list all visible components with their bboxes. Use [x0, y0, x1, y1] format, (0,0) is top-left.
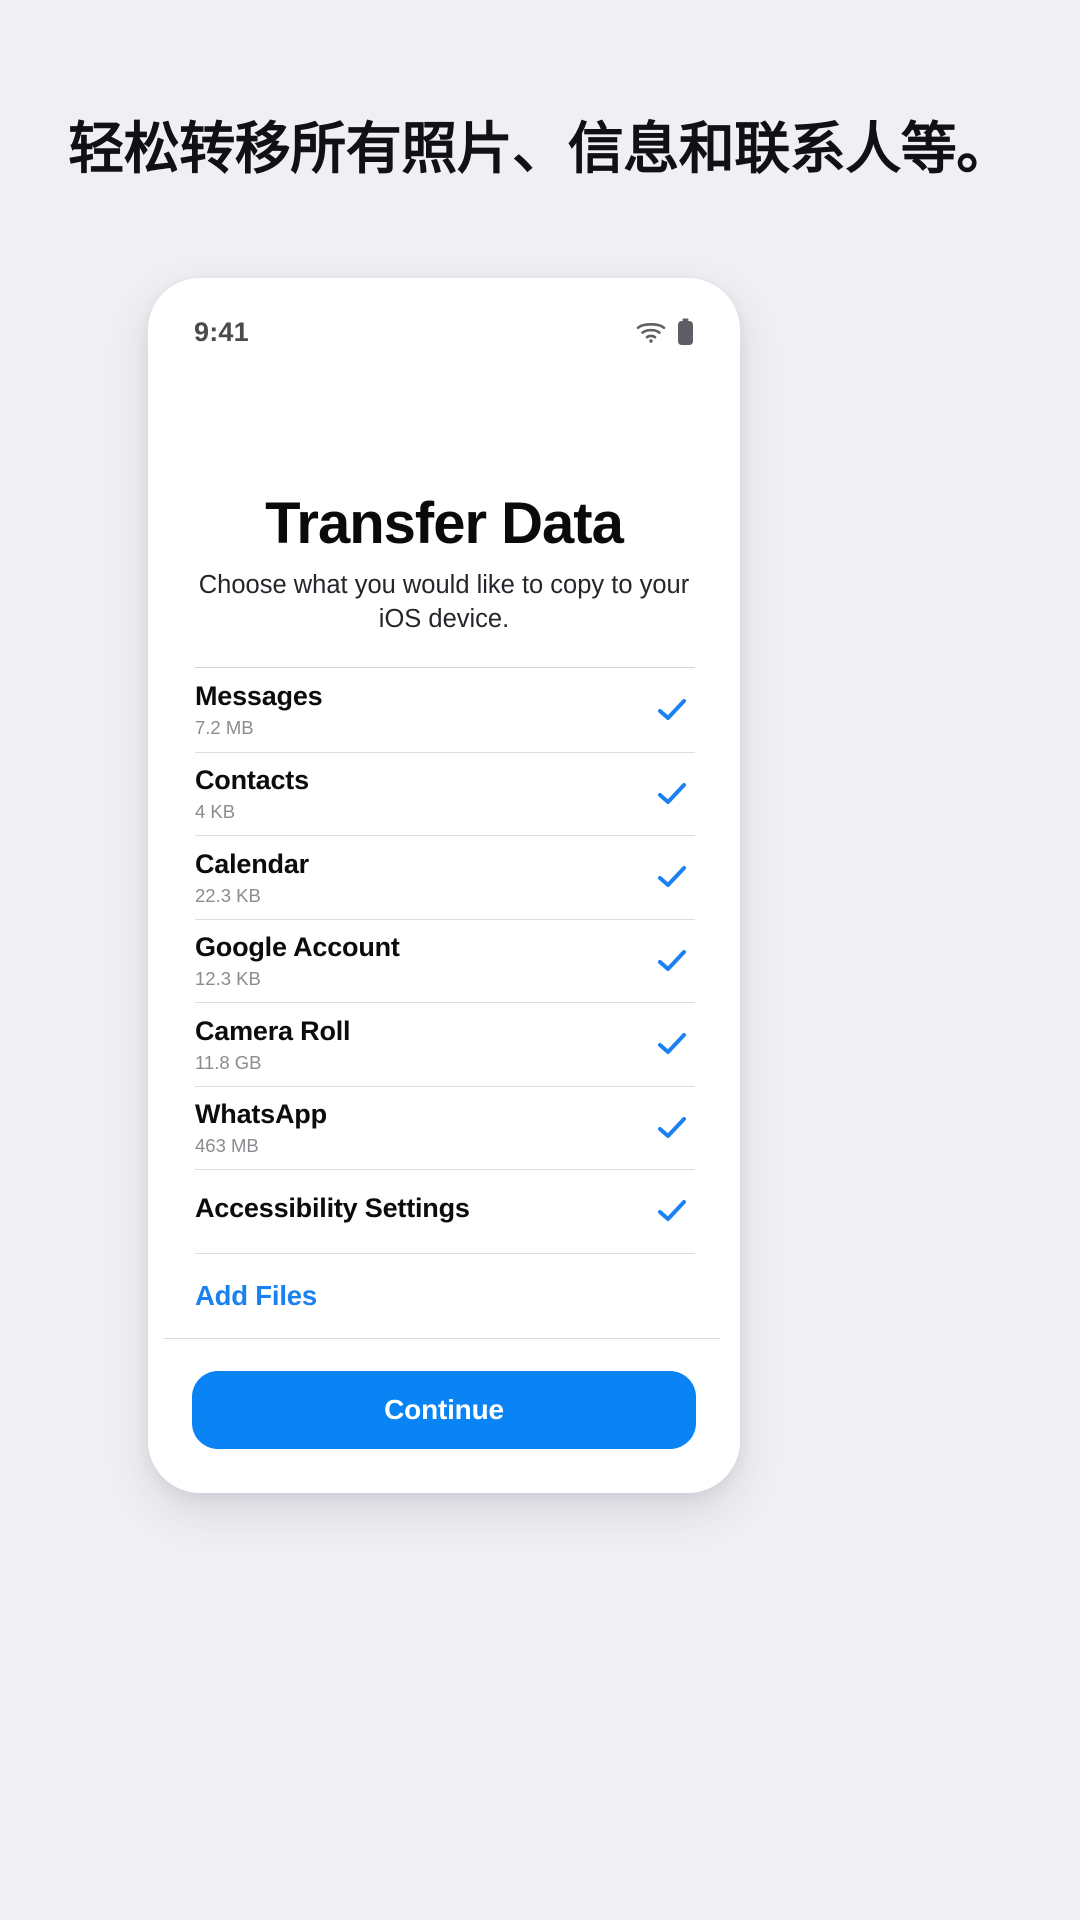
list-item-texts: Google Account 12.3 KB: [195, 932, 400, 989]
list-item-contacts[interactable]: Contacts 4 KB: [195, 751, 695, 836]
list-item-texts: Calendar 22.3 KB: [195, 849, 309, 906]
add-files-link[interactable]: Add Files: [195, 1280, 317, 1312]
check-icon[interactable]: [657, 1116, 687, 1140]
list-item-size: 11.8 GB: [195, 1051, 262, 1073]
list-item-accessibility-settings[interactable]: Accessibility Settings: [195, 1169, 695, 1253]
list-item-label: Messages: [195, 681, 323, 712]
list-item-google-account[interactable]: Google Account 12.3 KB: [195, 918, 695, 1003]
status-bar: 9:41: [148, 278, 740, 386]
continue-button[interactable]: Continue: [192, 1371, 696, 1449]
page-subtitle: Choose what you would like to copy to yo…: [198, 571, 690, 633]
status-bar-icons: [636, 318, 694, 346]
list-item-size: 7.2 MB: [195, 717, 254, 739]
list-item-label: Camera Roll: [195, 1015, 351, 1046]
battery-icon: [678, 318, 693, 345]
list-item-label: WhatsApp: [195, 1099, 327, 1130]
list-item-texts: Contacts 4 KB: [195, 765, 309, 822]
list-item-camera-roll[interactable]: Camera Roll 11.8 GB: [195, 1002, 695, 1086]
check-icon[interactable]: [657, 1032, 687, 1056]
list-item-size: 12.3 KB: [195, 968, 261, 990]
page-headline: 轻松转移所有照片、信息和联系人等。: [68, 117, 1012, 180]
continue-button-container: Continue: [148, 1371, 740, 1449]
list-item-texts: Camera Roll 11.8 GB: [195, 1015, 351, 1073]
list-item-whatsapp[interactable]: WhatsApp 463 MB: [195, 1085, 695, 1170]
list-item-size: 4 KB: [195, 801, 236, 823]
transfer-items-list: Messages 7.2 MB Contacts 4 KB Calendar 2…: [148, 667, 740, 1339]
list-item-messages[interactable]: Messages 7.2 MB: [195, 668, 695, 752]
list-item-texts: WhatsApp 463 MB: [195, 1099, 327, 1156]
list-item-size: 22.3 KB: [195, 884, 261, 906]
phone-mockup-card: 9:41 Transfer Data Choose what you would…: [148, 278, 740, 1493]
list-item-label: Google Account: [195, 932, 400, 963]
list-item-label: Calendar: [195, 848, 309, 879]
list-item-label: Accessibility Settings: [195, 1193, 470, 1224]
check-icon[interactable]: [657, 1199, 687, 1223]
check-icon[interactable]: [657, 782, 687, 806]
list-item-texts: Accessibility Settings: [195, 1193, 470, 1229]
footer-divider: [164, 1337, 720, 1339]
status-bar-time: 9:41: [194, 316, 249, 347]
list-item-calendar[interactable]: Calendar 22.3 KB: [195, 835, 695, 919]
wifi-icon: [636, 323, 666, 343]
add-files-row[interactable]: Add Files: [195, 1254, 695, 1338]
check-icon[interactable]: [657, 949, 687, 973]
check-icon[interactable]: [657, 865, 687, 889]
page-title: Transfer Data: [265, 491, 624, 556]
list-item-texts: Messages 7.2 MB: [195, 681, 323, 739]
list-item-label: Contacts: [195, 765, 309, 796]
list-item-size: 463 MB: [195, 1135, 259, 1157]
check-icon[interactable]: [657, 698, 687, 722]
